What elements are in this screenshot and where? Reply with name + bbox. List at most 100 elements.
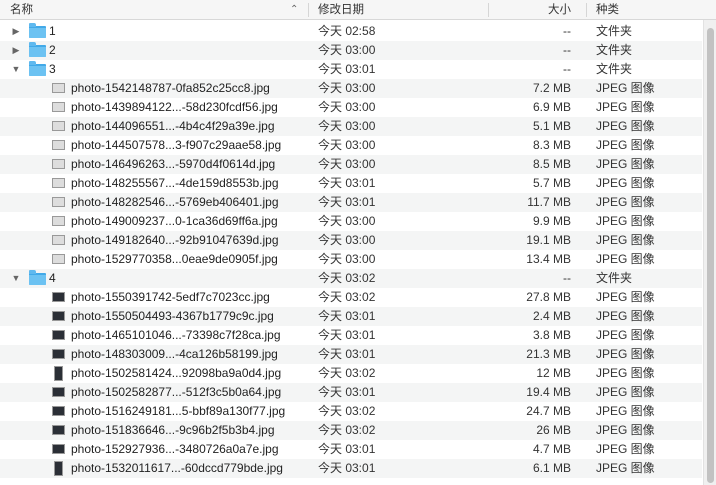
file-name: photo-1550504493-4367b1779c9c.jpg [71,309,274,323]
file-size: 9.9 MB [532,214,571,228]
file-row[interactable]: photo-1516249181...5-bbf89a130f77.jpg 今天 … [0,402,702,421]
file-row[interactable]: photo-148303009...-4ca126b58199.jpg 今天 03… [0,345,702,364]
modified-date: 今天 03:00 [318,81,376,95]
file-row[interactable]: photo-146496263...-5970d4f0614d.jpg 今天 03… [0,155,702,174]
file-kind: JPEG 图像 [596,328,655,342]
file-row[interactable]: photo-151836646...-9c96b2f5b3b4.jpg 今天 03… [0,421,702,440]
file-row[interactable]: photo-1439894122...-58d230fcdf56.jpg 今天 0… [0,98,702,117]
scrollbar-thumb[interactable] [707,28,714,483]
file-kind: JPEG 图像 [596,442,655,456]
file-row[interactable]: photo-1529770358...0eae9de0905f.jpg 今天 03… [0,250,702,269]
file-kind: JPEG 图像 [596,461,655,475]
image-thumbnail-icon [52,159,65,169]
file-size: 11.7 MB [527,195,571,209]
image-thumbnail-icon [52,178,65,188]
file-kind: JPEG 图像 [596,423,655,437]
disclosure-expanded-icon[interactable]: ▼ [10,269,22,288]
file-size: 6.1 MB [532,461,571,475]
folder-icon [29,61,46,76]
file-row[interactable]: photo-1502582877...-512f3c5b0a64.jpg 今天 0… [0,383,702,402]
image-thumbnail-icon [52,83,65,93]
file-row[interactable]: photo-144096551...-4b4c4f29a39e.jpg 今天 03… [0,117,702,136]
image-thumbnail-icon [52,387,65,397]
modified-date: 今天 03:02 [318,290,376,304]
image-thumbnail-icon [52,140,65,150]
file-name: photo-151836646...-9c96b2f5b3b4.jpg [71,423,275,437]
file-size: 26 MB [536,423,571,437]
file-row[interactable]: photo-148255567...-4de159d8553b.jpg 今天 03… [0,174,702,193]
file-size: 4.7 MB [532,442,571,456]
file-size: 2.4 MB [532,309,571,323]
image-thumbnail-icon [52,444,65,454]
file-row[interactable]: photo-1542148787-0fa852c25cc8.jpg 今天 03:0… [0,79,702,98]
file-size: -- [563,43,571,57]
vertical-scrollbar[interactable] [703,20,716,485]
file-row[interactable]: photo-1502581424...92098ba9a0d4.jpg 今天 03… [0,364,702,383]
file-row[interactable]: photo-144507578...3-f907c29aae58.jpg 今天 0… [0,136,702,155]
file-kind: 文件夹 [596,271,633,285]
folder-row[interactable]: ▼ 4 今天 03:02 -- 文件夹 [0,269,702,288]
folder-row[interactable]: ▶ 1 今天 02:58 -- 文件夹 [0,22,702,41]
disclosure-collapsed-icon[interactable]: ▶ [10,41,22,60]
folder-row[interactable]: ▼ 3 今天 03:01 -- 文件夹 [0,60,702,79]
file-size: 6.9 MB [532,100,571,114]
file-size: 27.8 MB [526,290,571,304]
folder-icon [29,23,46,38]
file-row[interactable]: photo-1532011617...-60dccd779bde.jpg 今天 0… [0,459,702,478]
file-kind: JPEG 图像 [596,81,655,95]
file-kind: JPEG 图像 [596,176,655,190]
file-row[interactable]: photo-148282546...-5769eb406401.jpg 今天 03… [0,193,702,212]
file-row[interactable]: photo-149182640...-92b91047639d.jpg 今天 03… [0,231,702,250]
file-name: photo-1550391742-5edf7c7023cc.jpg [71,290,270,304]
file-name: photo-1542148787-0fa852c25cc8.jpg [71,81,270,95]
modified-date: 今天 02:58 [318,24,376,38]
file-name: photo-1502581424...92098ba9a0d4.jpg [71,366,282,380]
image-thumbnail-icon [54,461,63,476]
folder-row[interactable]: ▶ 2 今天 03:00 -- 文件夹 [0,41,702,60]
modified-date: 今天 03:01 [318,176,376,190]
file-name: photo-1532011617...-60dccd779bde.jpg [71,461,283,475]
file-size: 3.8 MB [532,328,571,342]
file-row[interactable]: photo-1465101046...-73398c7f28ca.jpg 今天 0… [0,326,702,345]
image-thumbnail-icon [52,216,65,226]
file-size: 21.3 MB [526,347,571,361]
image-thumbnail-icon [54,366,63,381]
column-header-size-label: 大小 [548,4,571,16]
image-thumbnail-icon [52,330,65,340]
file-size: 5.7 MB [532,176,571,190]
modified-date: 今天 03:02 [318,404,376,418]
file-name: photo-149009237...0-1ca36d69ff6a.jpg [71,214,278,228]
file-row[interactable]: photo-1550391742-5edf7c7023cc.jpg 今天 03:0… [0,288,702,307]
modified-date: 今天 03:01 [318,385,376,399]
folder-icon [29,42,46,57]
file-row[interactable]: photo-1550504493-4367b1779c9c.jpg 今天 03:0… [0,307,702,326]
file-size: 12 MB [536,366,571,380]
folder-name: 3 [49,62,56,76]
column-header-name[interactable]: 名称 [10,0,305,20]
file-name: photo-1529770358...0eae9de0905f.jpg [71,252,278,266]
disclosure-expanded-icon[interactable]: ▼ [10,60,22,79]
modified-date: 今天 03:01 [318,328,376,342]
disclosure-collapsed-icon[interactable]: ▶ [10,22,22,41]
column-header-date[interactable]: 修改日期 [308,0,488,20]
file-kind: JPEG 图像 [596,252,655,266]
column-header-size[interactable]: 大小 [488,0,586,20]
file-name: photo-146496263...-5970d4f0614d.jpg [71,157,276,171]
file-row[interactable]: photo-152927936...-3480726a0a7e.jpg 今天 03… [0,440,702,459]
modified-date: 今天 03:01 [318,347,376,361]
folder-name: 1 [49,24,56,38]
sort-ascending-icon[interactable]: ⌃ [290,0,298,20]
modified-date: 今天 03:02 [318,271,376,285]
modified-date: 今天 03:00 [318,138,376,152]
file-size: -- [563,271,571,285]
modified-date: 今天 03:01 [318,461,376,475]
file-size: -- [563,62,571,76]
modified-date: 今天 03:01 [318,62,376,76]
modified-date: 今天 03:02 [318,423,376,437]
file-row[interactable]: photo-149009237...0-1ca36d69ff6a.jpg 今天 0… [0,212,702,231]
folder-icon [29,270,46,285]
image-thumbnail-icon [52,254,65,264]
file-name: photo-1439894122...-58d230fcdf56.jpg [71,100,278,114]
image-thumbnail-icon [52,197,65,207]
column-header-kind[interactable]: 种类 [586,0,703,20]
